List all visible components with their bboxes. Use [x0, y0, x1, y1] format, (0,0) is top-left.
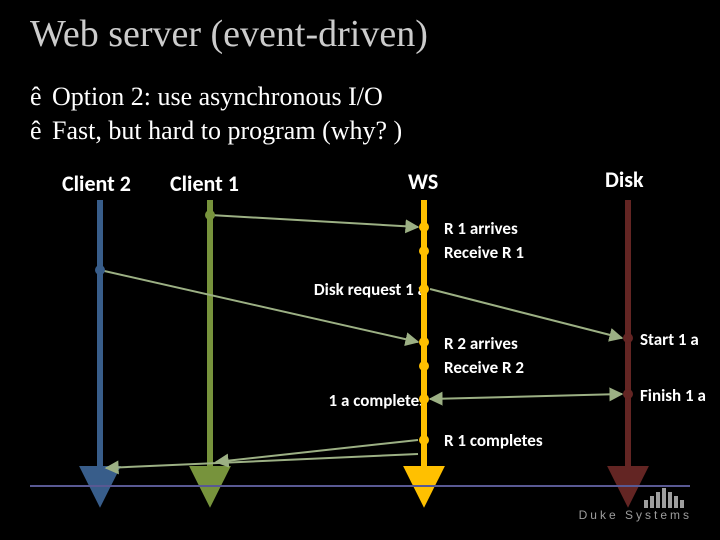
sequence-diagram [0, 0, 720, 540]
branding: Duke Systems [579, 486, 692, 522]
